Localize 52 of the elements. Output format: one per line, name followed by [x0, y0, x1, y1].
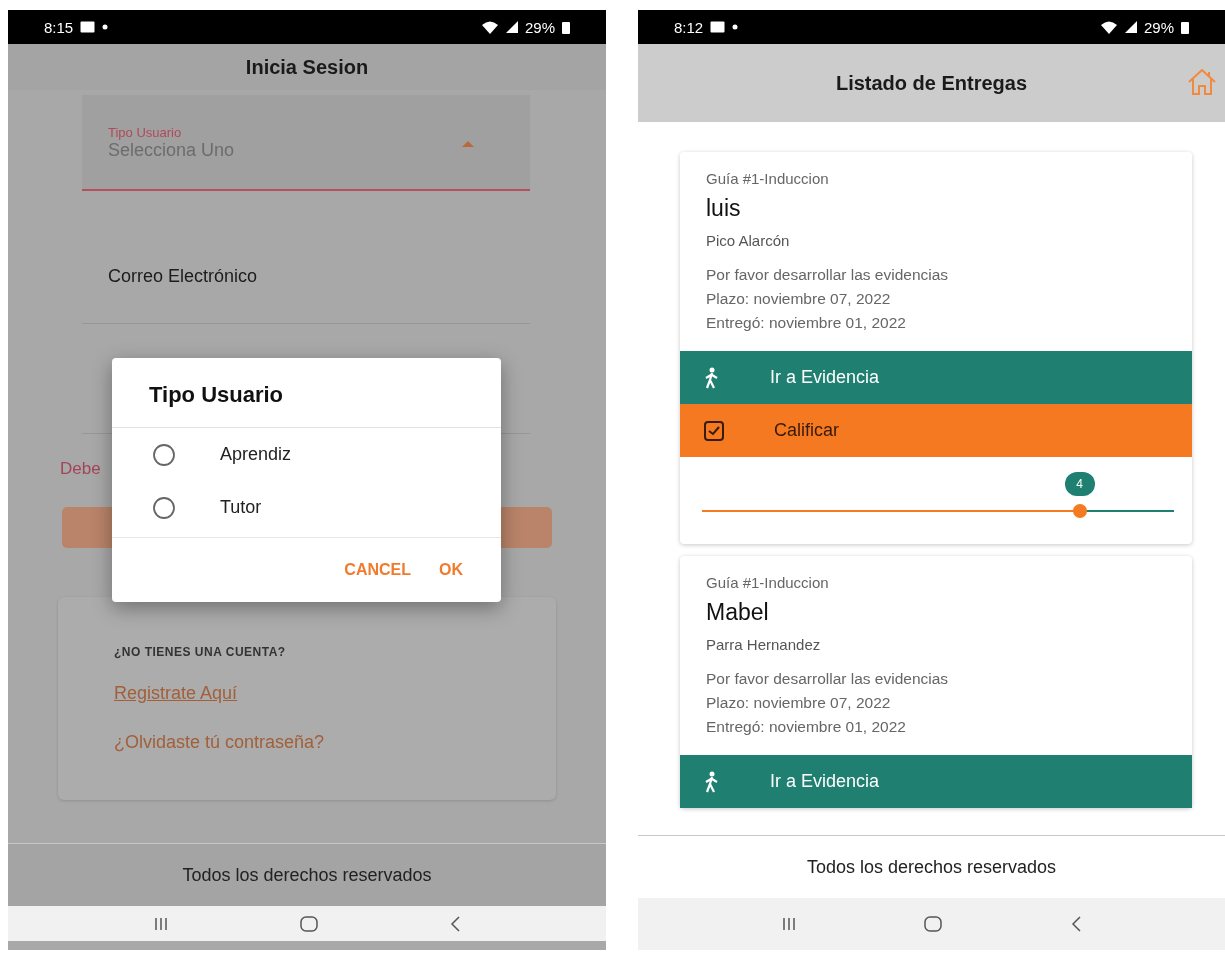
delivery-details: Por favor desarrollar las evidencias Plazo: noviembre 07, 2022 Entregó: noviembre 01, 2022 [706, 669, 949, 737]
walking-person-icon [704, 770, 720, 793]
checkbox-icon [704, 420, 724, 441]
grade-slider[interactable]: 4 [702, 472, 1174, 518]
dialog-button[interactable]: OK [429, 555, 473, 585]
student-surname: Parra Hernandez [706, 636, 821, 653]
status-time: 8:12 [674, 18, 704, 36]
back-icon [1070, 916, 1081, 932]
battery-icon [1181, 20, 1189, 34]
battery-percent: 29% [524, 18, 555, 36]
battery-percent: 29% [1143, 18, 1174, 36]
guide-title: Guía #1-Induccion [706, 170, 829, 187]
guide-title: Guía #1-Induccion [706, 574, 829, 591]
dialog-button[interactable]: CANCEL [334, 555, 421, 585]
evidence-button[interactable]: Ir a Evidencia [680, 755, 1192, 808]
error-text: Debe [60, 459, 102, 479]
radio-option[interactable]: Tutor [112, 481, 501, 534]
recent-apps-icon [782, 917, 797, 931]
dot-icon [732, 24, 739, 30]
student-surname: Pico Alarcón [706, 232, 790, 249]
battery-icon [562, 20, 570, 34]
home-button-icon [924, 916, 943, 932]
recent-apps-icon [154, 916, 168, 931]
student-name: luis [706, 195, 741, 222]
signup-question: ¿NO TIENES UNA CUENTA? [114, 645, 286, 659]
walking-person-icon [704, 366, 720, 389]
back-icon [450, 915, 460, 932]
footer-text: Todos los derechos reservados [806, 856, 1057, 878]
status-time: 8:15 [44, 18, 74, 36]
signal-icon [505, 21, 518, 33]
radio-option[interactable]: Aprendiz [112, 428, 501, 481]
home-icon[interactable] [1187, 68, 1217, 96]
delivery-details: Por favor desarrollar las evidencias Plazo: noviembre 07, 2022 Entregó: noviembre 01, 2022 [706, 265, 949, 333]
evidence-button[interactable]: Ir a Evidencia [680, 351, 1192, 404]
slider-thumb[interactable] [1072, 504, 1087, 518]
caret-icon [462, 141, 474, 147]
slider-value: 4 [1064, 472, 1095, 496]
image-icon [710, 21, 726, 33]
student-name: Mabel [706, 599, 769, 626]
wifi-icon [1099, 20, 1118, 34]
home-button-icon [300, 915, 318, 932]
email-label: Correo Electrónico [108, 266, 259, 287]
footer-text: Todos los derechos reservados [182, 864, 432, 886]
dialog-title: Tipo Usuario [112, 358, 501, 428]
signal-icon [1124, 21, 1137, 33]
grade-button[interactable]: Calificar [680, 404, 1192, 457]
image-icon [80, 21, 96, 33]
screen-title: Inicia Sesion [245, 55, 369, 79]
wifi-icon [480, 20, 499, 34]
dot-icon [102, 24, 109, 30]
screen-title: Listado de Entregas [835, 71, 1028, 95]
field-label: Tipo Usuario [108, 125, 183, 140]
